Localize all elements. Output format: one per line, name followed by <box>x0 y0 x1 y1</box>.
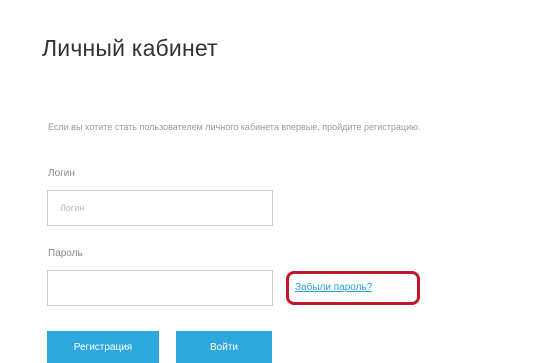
login-input[interactable] <box>47 190 273 226</box>
forgot-password-link[interactable]: Забыли пароль? <box>295 282 372 293</box>
intro-text: Если вы хотите стать пользователем лично… <box>48 122 421 132</box>
login-label: Логин <box>48 168 75 179</box>
password-label: Пароль <box>48 248 83 259</box>
password-input[interactable] <box>47 270 273 306</box>
page-title: Личный кабинет <box>42 35 218 62</box>
register-button[interactable]: Регистрация <box>47 331 159 363</box>
login-button[interactable]: Войти <box>176 331 272 363</box>
